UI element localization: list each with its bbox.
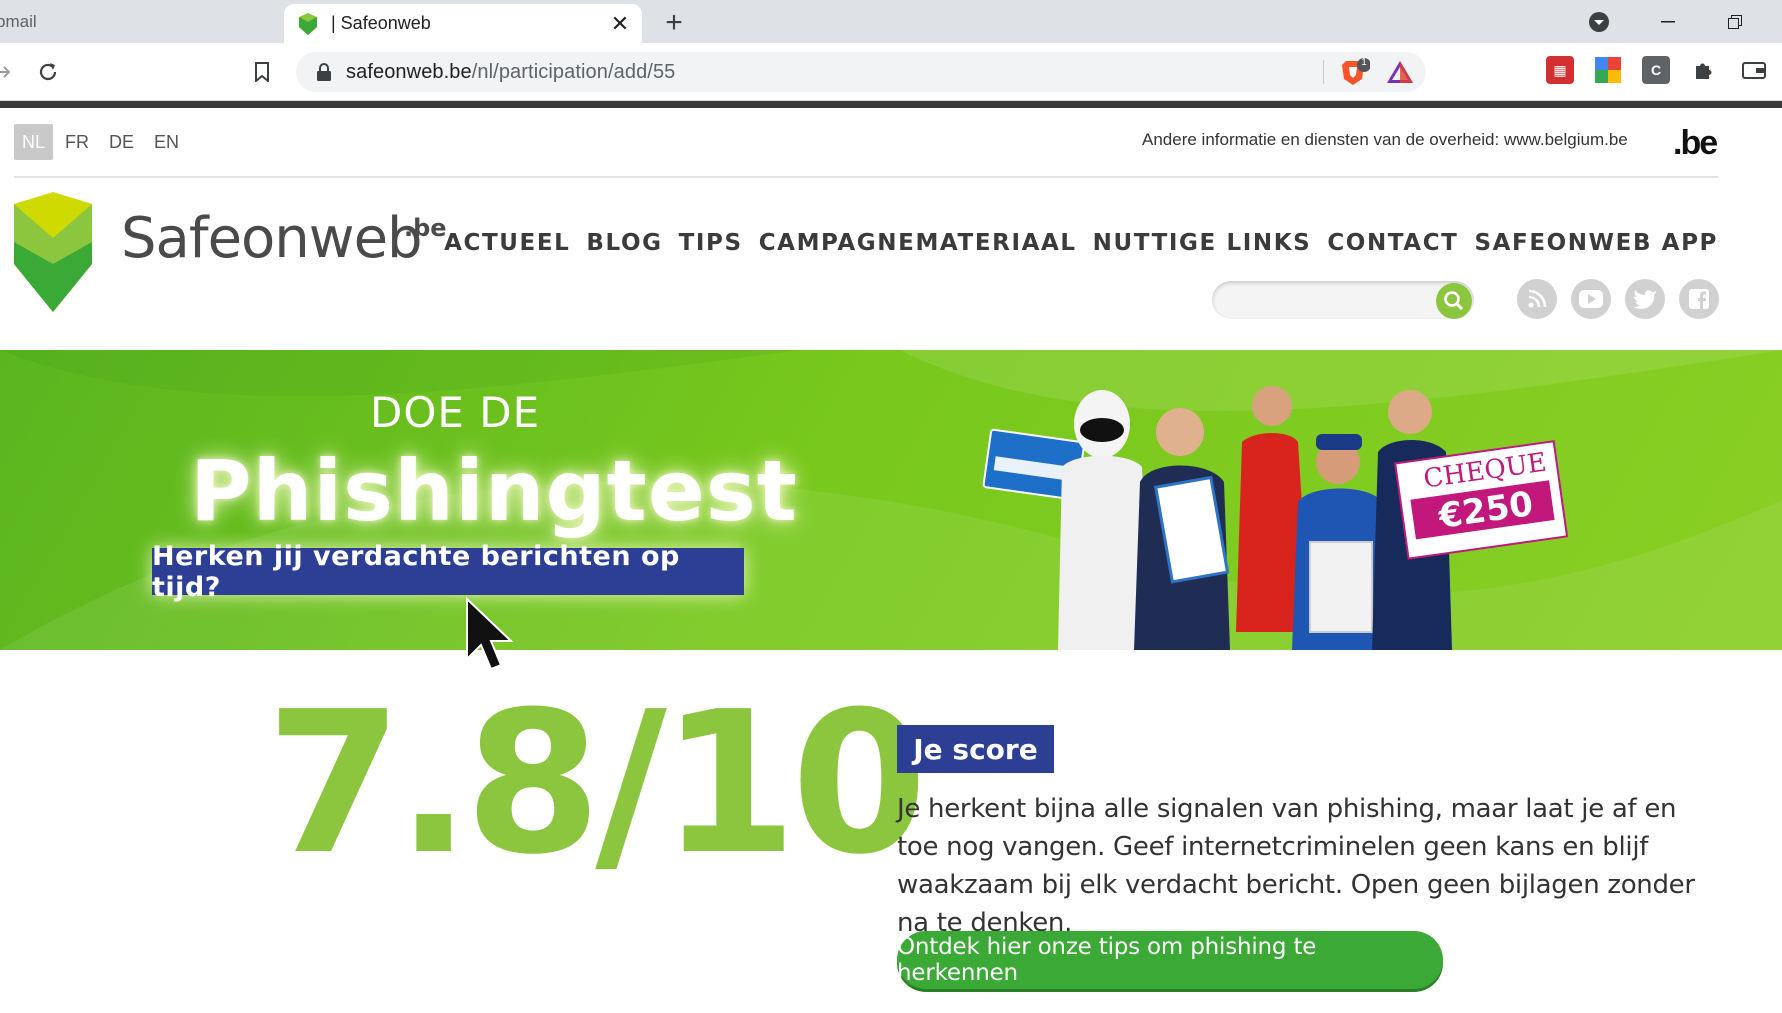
hero-people-illustration: CHEQUE €250 <box>982 386 1569 650</box>
lang-fr[interactable]: FR <box>57 124 97 160</box>
site-logo-tld: .be <box>404 214 447 242</box>
forward-icon[interactable] <box>0 55 20 89</box>
restore-icon[interactable] <box>1718 6 1752 38</box>
site-logo-text[interactable]: Safeonweb <box>121 206 423 271</box>
lang-nl[interactable]: NL <box>14 124 54 160</box>
search-icon[interactable] <box>1436 283 1472 319</box>
score-description: Je herkent bijna alle signalen van phish… <box>897 794 1695 938</box>
tab-active[interactable]: | Safeonweb ✕ <box>284 4 642 43</box>
hero-title: Phishingtest <box>190 442 798 540</box>
be-logo-text: .be <box>1673 124 1718 162</box>
score-label: Je score <box>897 725 1054 773</box>
calendar-extension-icon[interactable]: ▦ <box>1546 56 1574 84</box>
brave-badge: 1 <box>1361 57 1367 68</box>
lock-icon <box>317 63 331 81</box>
lang-de[interactable]: DE <box>101 124 142 160</box>
nav-nuttige-links[interactable]: NUTTIGE LINKS <box>1093 230 1312 256</box>
nav-contact[interactable]: CONTACT <box>1327 230 1458 256</box>
nav-safeonweb-app[interactable]: SAFEONWEB APP <box>1474 230 1718 256</box>
phishing-tips-button[interactable]: Ontdek hier onze tips om phishing te her… <box>897 931 1443 989</box>
omnibox-separator <box>1323 60 1324 84</box>
safeonweb-shield-logo-icon[interactable] <box>14 192 92 312</box>
c-extension-icon[interactable]: C <box>1642 56 1670 84</box>
nav-actueel[interactable]: ACTUEEL <box>444 230 570 256</box>
url-host: safeonweb.be <box>346 60 472 83</box>
extensions-puzzle-icon[interactable] <box>1690 56 1718 84</box>
site-search-input[interactable] <box>1212 281 1474 319</box>
youtube-icon[interactable] <box>1571 279 1611 319</box>
tab-close-icon[interactable]: ✕ <box>606 10 634 38</box>
twitter-icon[interactable] <box>1625 279 1665 319</box>
url-path: /nl/participation/add/55 <box>471 60 676 83</box>
nav-campagnemateriaal[interactable]: CAMPAGNEMATERIAAL <box>759 230 1077 256</box>
main-navigation: ACTUEEL BLOG TIPS CAMPAGNEMATERIAAL NUTT… <box>444 230 1718 256</box>
nav-tips[interactable]: TIPS <box>679 230 743 256</box>
belgium-be-logo[interactable]: .be <box>1673 124 1718 163</box>
hero-subtitle: Herken jij verdachte berichten op tijd? <box>152 541 744 603</box>
browser-tabstrip: bmail | Safeonweb ✕ + <box>0 0 1782 43</box>
gov-info-link[interactable]: Andere informatie en diensten van de ove… <box>1142 130 1628 150</box>
brave-rewards-icon[interactable] <box>1386 59 1414 85</box>
nav-blog[interactable]: BLOG <box>586 230 662 256</box>
google-translate-icon[interactable] <box>1594 56 1622 84</box>
hero-pretitle: DOE DE <box>370 388 541 437</box>
new-tab-icon[interactable]: + <box>657 6 691 40</box>
bookmark-icon[interactable] <box>245 55 279 89</box>
reload-icon[interactable] <box>31 55 65 89</box>
browser-toolbar: safeonweb.be/nl/participation/add/55 1 ▦… <box>0 43 1782 101</box>
tab-title: | Safeonweb <box>331 13 431 33</box>
mouse-cursor-icon <box>466 597 514 671</box>
score-value: 7.8/10 <box>266 670 928 898</box>
language-switcher: NL FR DE EN <box>14 124 187 160</box>
phishingtest-hero-banner[interactable]: DOE DE Phishingtest Herken jij verdachte… <box>0 350 1782 650</box>
header-divider <box>14 176 1718 178</box>
page-top-border <box>0 101 1782 108</box>
address-bar[interactable]: safeonweb.be/nl/participation/add/55 1 <box>296 52 1426 92</box>
tab-previous-label: bmail <box>0 11 37 31</box>
minimize-icon[interactable] <box>1651 6 1685 38</box>
facebook-icon[interactable] <box>1679 279 1719 319</box>
wallet-icon[interactable] <box>1740 56 1768 84</box>
safeonweb-favicon-icon <box>299 12 317 35</box>
rss-icon[interactable] <box>1517 279 1557 319</box>
tab-previous[interactable]: bmail <box>0 0 282 43</box>
brave-shield-icon[interactable]: 1 <box>1340 57 1371 87</box>
lang-en[interactable]: EN <box>146 124 187 160</box>
tab-search-icon[interactable] <box>1582 6 1616 38</box>
